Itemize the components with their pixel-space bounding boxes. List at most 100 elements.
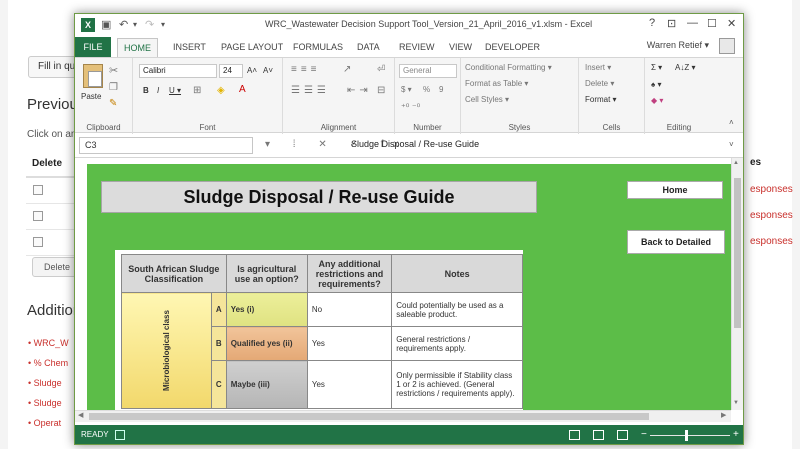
- undo-dropdown-icon[interactable]: ▾: [133, 18, 137, 32]
- macro-recording-icon[interactable]: [115, 430, 125, 440]
- autosum-button[interactable]: Σ ▾: [651, 63, 662, 72]
- microbiological-class-cell: Microbiological class: [121, 292, 212, 409]
- expand-formula-bar-icon[interactable]: ˅: [729, 140, 734, 149]
- tab-insert[interactable]: INSERT: [173, 37, 206, 57]
- paste-label[interactable]: Paste: [81, 92, 101, 101]
- italic-button[interactable]: I: [157, 86, 159, 95]
- wrap-text-icon[interactable]: ⏎: [377, 64, 385, 75]
- alignment-label: Alignment: [320, 123, 357, 132]
- vertical-scrollbar[interactable]: ▲ ▼: [731, 158, 743, 410]
- font-color-icon[interactable]: A: [239, 84, 246, 95]
- delete-cells-button[interactable]: Delete ▾: [585, 79, 614, 88]
- zoom-out-icon[interactable]: −: [641, 425, 647, 444]
- cell-styles-button[interactable]: Cell Styles ▾: [465, 95, 509, 104]
- maximize-icon[interactable]: ☐: [707, 17, 717, 30]
- collapse-ribbon-icon[interactable]: ˄: [729, 118, 734, 127]
- notes-cell: General restrictions / requirements appl…: [391, 326, 523, 361]
- underline-button[interactable]: U ▾: [169, 86, 181, 95]
- copy-icon[interactable]: ❐: [109, 82, 118, 93]
- sludge-classification-table: South African Sludge Classification Is a…: [121, 254, 523, 409]
- conditional-formatting-button[interactable]: Conditional Formatting ▾: [465, 63, 552, 72]
- home-button[interactable]: Home: [627, 181, 723, 199]
- cells-label: Cells: [602, 123, 621, 132]
- worksheet-area[interactable]: Sludge Disposal / Re-use Guide Home Back…: [75, 158, 731, 410]
- font-size-select[interactable]: 24: [219, 64, 243, 78]
- zoom-slider[interactable]: [650, 435, 730, 436]
- format-painter-icon[interactable]: ✎: [109, 98, 117, 109]
- tab-home[interactable]: HOME: [117, 38, 158, 58]
- vertical-align-icons[interactable]: ≡≡≡: [291, 64, 321, 75]
- paste-icon[interactable]: [83, 64, 103, 88]
- grow-font-icon[interactable]: A˄: [247, 66, 257, 75]
- number-label: Number: [413, 123, 442, 132]
- indent-icons[interactable]: ⇤⇥: [347, 85, 372, 96]
- scroll-right-icon[interactable]: ▶: [721, 411, 726, 419]
- page-layout-view-icon[interactable]: [593, 430, 604, 440]
- fill-color-icon[interactable]: ◈: [217, 85, 225, 96]
- cut-icon[interactable]: ✂: [109, 64, 118, 77]
- format-cells-button[interactable]: Format ▾: [585, 95, 617, 104]
- scroll-down-icon[interactable]: ▼: [733, 400, 739, 406]
- responses-link[interactable]: esponses: [750, 184, 793, 195]
- responses-link[interactable]: esponses: [750, 236, 793, 247]
- horizontal-align-icons[interactable]: ☰☰☰: [291, 85, 330, 96]
- redo-icon[interactable]: ↷: [145, 18, 154, 32]
- alignment-group: ≡≡≡ ↗ ☰☰☰ ⇤⇥ ⏎ ⊟ Alignment: [283, 58, 395, 134]
- back-to-detailed-button[interactable]: Back to Detailed: [627, 230, 725, 254]
- vertical-scroll-thumb[interactable]: [734, 178, 741, 328]
- tab-formulas[interactable]: FORMULAS: [293, 37, 343, 57]
- normal-view-icon[interactable]: [569, 430, 580, 440]
- insert-cells-button[interactable]: Insert ▾: [585, 63, 611, 72]
- format-as-table-button[interactable]: Format as Table ▾: [465, 79, 528, 88]
- save-icon[interactable]: ▣: [101, 18, 111, 32]
- page-break-view-icon[interactable]: [617, 430, 628, 440]
- tab-file[interactable]: FILE: [75, 37, 111, 57]
- sheet-title-banner[interactable]: Sludge Disposal / Re-use Guide: [101, 181, 537, 213]
- user-name[interactable]: Warren Retief ▾: [647, 40, 709, 51]
- undo-icon[interactable]: ↶: [119, 18, 128, 32]
- zoom-in-icon[interactable]: +: [733, 425, 739, 444]
- zoom-slider-thumb[interactable]: [685, 430, 688, 441]
- tab-review[interactable]: REVIEW: [399, 37, 435, 57]
- tab-page-layout[interactable]: PAGE LAYOUT: [221, 37, 283, 57]
- responses-link[interactable]: esponses: [750, 210, 793, 221]
- clipboard-label: Clipboard: [86, 123, 121, 132]
- minimize-icon[interactable]: —: [687, 17, 698, 29]
- formula-input[interactable]: Sludge Disposal / Re-use Guide: [347, 137, 737, 154]
- close-icon[interactable]: ✕: [727, 17, 736, 30]
- currency-button[interactable]: $ ▾: [401, 85, 412, 94]
- percent-button[interactable]: %: [423, 85, 430, 94]
- help-icon[interactable]: ?: [649, 17, 655, 29]
- bold-button[interactable]: B: [143, 86, 149, 95]
- font-name-select[interactable]: Calibri: [139, 64, 217, 78]
- comma-button[interactable]: 9: [439, 85, 443, 94]
- merge-center-icon[interactable]: ⊟: [377, 85, 385, 96]
- scroll-left-icon[interactable]: ◀: [78, 411, 83, 419]
- class-cell: C: [210, 360, 227, 409]
- ribbon-display-options-icon[interactable]: ⊡: [667, 17, 676, 30]
- number-format-select[interactable]: General: [399, 64, 457, 78]
- tab-view[interactable]: VIEW: [449, 37, 472, 57]
- row-checkbox[interactable]: [33, 211, 43, 221]
- customize-quick-access-icon[interactable]: ▾: [161, 18, 165, 32]
- orientation-icon[interactable]: ↗: [343, 64, 351, 75]
- number-group: General $ ▾ % 9 ⁺⁰ ⁻⁰ Number: [395, 58, 461, 134]
- horizontal-scrollbar[interactable]: ◀ ▶: [75, 410, 731, 422]
- sort-filter-button[interactable]: A↓Z ▾: [675, 63, 695, 72]
- name-box[interactable]: C3: [79, 137, 253, 154]
- row-checkbox[interactable]: [33, 185, 43, 195]
- shrink-font-icon[interactable]: A˅: [263, 66, 273, 75]
- scroll-up-icon[interactable]: ▲: [733, 160, 739, 166]
- tab-developer[interactable]: DEVELOPER: [485, 37, 540, 57]
- avatar[interactable]: [719, 38, 735, 54]
- borders-icon[interactable]: ⊞: [193, 85, 201, 96]
- agricultural-use-cell: Yes (i): [225, 292, 308, 327]
- green-sheet-background: Sludge Disposal / Re-use Guide Home Back…: [87, 164, 731, 410]
- clear-button[interactable]: ◆ ▾: [651, 96, 663, 105]
- row-checkbox[interactable]: [33, 237, 43, 247]
- decimal-icons[interactable]: ⁺⁰ ⁻⁰: [401, 102, 420, 113]
- find-select-button[interactable]: ♠ ▾: [651, 80, 662, 89]
- tab-data[interactable]: DATA: [357, 37, 380, 57]
- horizontal-scroll-thumb[interactable]: [89, 413, 649, 420]
- table-row: Microbiological class A Yes (i) No Could…: [121, 292, 523, 409]
